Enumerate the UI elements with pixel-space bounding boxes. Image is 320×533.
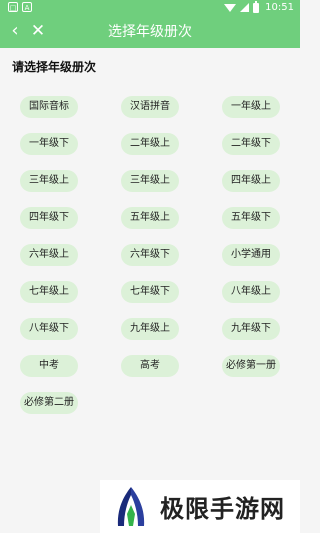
battery-icon [253,0,260,13]
grade-chip[interactable]: 五年级下 [222,207,280,229]
app-bar: ‹ ✕ 选择年级册次 [0,16,300,48]
grade-chip[interactable]: 五年级上 [121,207,179,229]
status-indicators: 10:51 [224,0,294,13]
grade-chip[interactable]: 七年级上 [20,281,78,303]
grade-chip[interactable]: 七年级下 [121,281,179,303]
status-bar: □ A 10:51 [0,0,300,16]
signal-icon [240,3,250,12]
status-time: 10:51 [265,2,294,13]
grade-chip[interactable]: 必修第一册 [222,355,280,377]
wifi-icon [224,3,237,12]
grade-chip[interactable]: 中考 [20,355,78,377]
grade-chip[interactable]: 二年级下 [222,133,280,155]
grade-chip[interactable]: 八年级下 [20,318,78,340]
grade-chip[interactable]: 二年级上 [121,133,179,155]
grade-chip[interactable]: 必修第二册 [20,392,78,414]
watermark-text: 极限手游网 [160,494,285,523]
grade-chip[interactable]: 高考 [121,355,179,377]
square-notification-icon: □ [8,2,18,12]
grade-grid: 国际音标 汉语拼音 一年级上一年级下 二年级上 二年级下三年级上 三年级上 四年级上四年级下… [0,96,300,414]
grade-chip[interactable]: 三年级上 [121,170,179,192]
grade-chip[interactable]: 一年级下 [20,133,78,155]
grade-chip[interactable]: 一年级上 [222,96,280,118]
watermark: 极限手游网 [100,480,300,533]
grade-chip[interactable]: 三年级上 [20,170,78,192]
a-notification-icon: A [22,2,32,12]
grade-chip[interactable]: 汉语拼音 [121,96,179,118]
grade-chip[interactable]: 四年级上 [222,170,280,192]
grade-chip[interactable]: 小学通用 [222,244,280,266]
grade-chip[interactable]: 四年级下 [20,207,78,229]
site-logo-icon [117,486,145,526]
grade-chip[interactable]: 六年级下 [121,244,179,266]
grade-chip[interactable]: 六年级上 [20,244,78,266]
grade-chip[interactable]: 国际音标 [20,96,78,118]
grade-chip[interactable]: 九年级上 [121,318,179,340]
selection-prompt: 请选择年级册次 [12,60,97,74]
page-title: 选择年级册次 [108,24,192,40]
grade-chip[interactable]: 九年级下 [222,318,280,340]
grade-chip[interactable]: 八年级上 [222,281,280,303]
status-notifications: □ A [8,2,32,12]
